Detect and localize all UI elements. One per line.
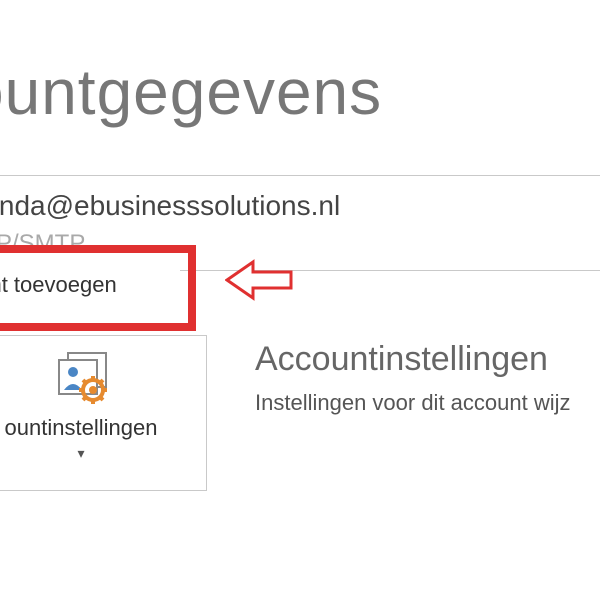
- account-email: manda@ebusinesssolutions.nl: [0, 190, 340, 222]
- arrow-left-annotation: [225, 258, 295, 303]
- account-settings-button-label: ountinstellingen: [5, 415, 158, 441]
- page-title: countgegevens: [0, 55, 382, 129]
- account-settings-title: Accountinstellingen: [255, 340, 548, 379]
- add-account-label: ount toevoegen: [0, 272, 117, 298]
- chevron-down-icon: ▾: [77, 445, 84, 462]
- account-settings-icon: [51, 350, 111, 405]
- account-protocol: MAP/SMTP: [0, 230, 85, 258]
- divider: [0, 175, 600, 176]
- account-settings-description: Instellingen voor dit account wijz: [255, 390, 571, 416]
- add-account-button[interactable]: ount toevoegen: [0, 255, 180, 315]
- account-settings-button[interactable]: ountinstellingen ▾: [0, 335, 207, 491]
